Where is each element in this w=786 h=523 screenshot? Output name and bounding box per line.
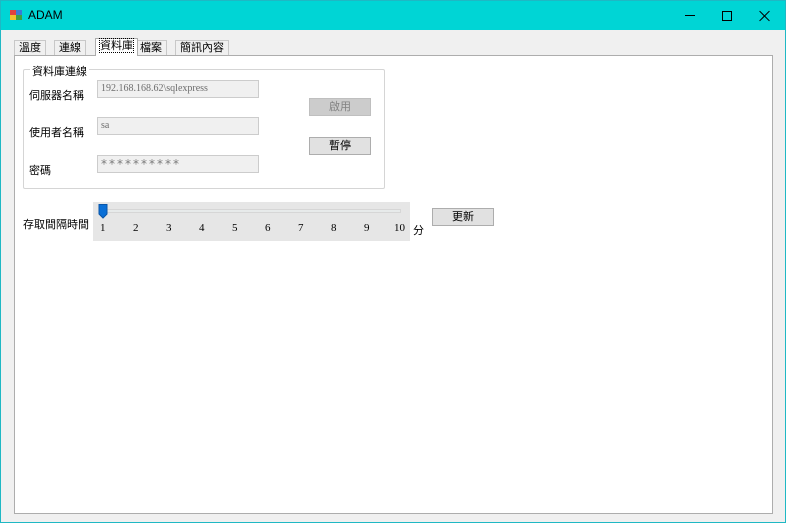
tick-label: 10 xyxy=(394,222,405,234)
tick-label: 1 xyxy=(100,222,106,234)
tick-label: 9 xyxy=(364,222,370,234)
interval-slider[interactable]: 1 2 3 4 5 6 7 8 9 10 xyxy=(93,202,410,241)
tab-files[interactable]: 檔案 xyxy=(135,40,167,56)
close-icon xyxy=(759,10,770,21)
title-bar[interactable]: ADAM xyxy=(1,1,785,30)
server-field[interactable]: 192.168.168.62\sqlexpress xyxy=(97,80,259,98)
password-field[interactable]: ********** xyxy=(97,155,259,173)
interval-label: 存取間隔時間 xyxy=(23,218,89,231)
username-field[interactable]: sa xyxy=(97,117,259,135)
tick-label: 3 xyxy=(166,222,172,234)
tick-label: 2 xyxy=(133,222,139,234)
update-button[interactable]: 更新 xyxy=(432,208,494,226)
tick-label: 5 xyxy=(232,222,238,234)
pause-button[interactable]: 暫停 xyxy=(309,137,371,155)
database-tab-page: 資料庫連線 伺服器名稱 192.168.168.62\sqlexpress 使用… xyxy=(14,55,773,514)
app-window: ADAM 溫度 連線 資料庫 檔案 簡訊內容 資料庫連線 伺服器名稱 192.1… xyxy=(0,0,786,523)
tab-temperature[interactable]: 溫度 xyxy=(14,40,46,56)
slider-track[interactable] xyxy=(102,209,401,213)
tab-database[interactable]: 資料庫 xyxy=(95,38,138,56)
tick-label: 7 xyxy=(298,222,304,234)
enable-button[interactable]: 啟用 xyxy=(309,98,371,116)
minimize-icon xyxy=(685,15,695,16)
maximize-icon xyxy=(722,10,732,21)
server-label: 伺服器名稱 xyxy=(29,89,84,102)
app-icon[interactable] xyxy=(10,9,22,21)
tab-connection[interactable]: 連線 xyxy=(54,40,86,56)
group-title: 資料庫連線 xyxy=(30,63,89,79)
slider-thumb[interactable] xyxy=(98,204,108,219)
password-label: 密碼 xyxy=(29,164,51,177)
username-label: 使用者名稱 xyxy=(29,126,84,139)
tick-label: 8 xyxy=(331,222,337,234)
tick-label: 4 xyxy=(199,222,205,234)
close-button[interactable] xyxy=(741,1,786,30)
db-connection-group: 資料庫連線 伺服器名稱 192.168.168.62\sqlexpress 使用… xyxy=(23,63,385,189)
interval-unit: 分 xyxy=(413,224,424,237)
tick-label: 6 xyxy=(265,222,271,234)
window-title: ADAM xyxy=(28,8,63,22)
tab-sms-content[interactable]: 簡訊內容 xyxy=(175,40,229,56)
